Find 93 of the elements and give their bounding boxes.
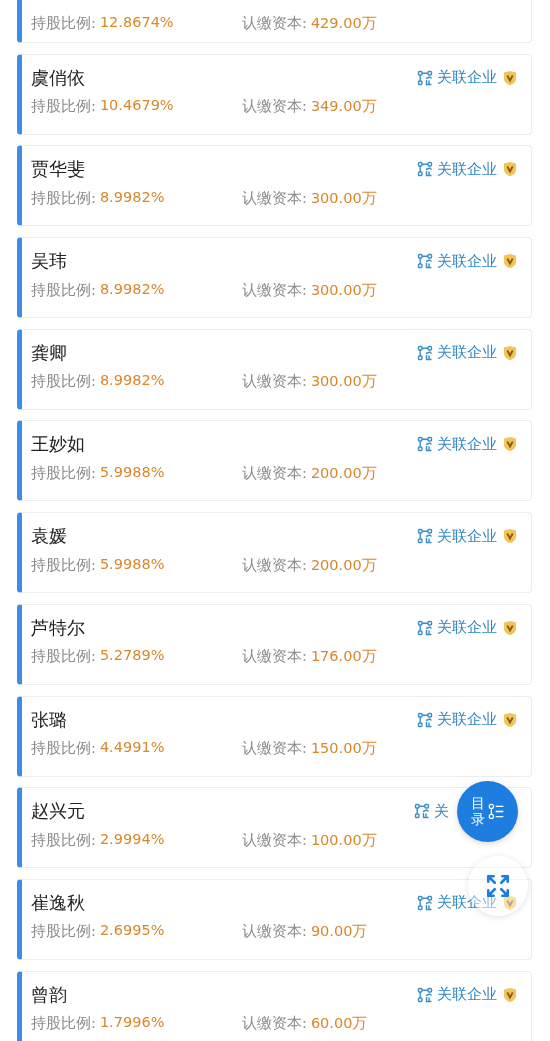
capital-value: 200.00万: [310, 555, 377, 575]
capital-label: 认缴资本:: [242, 188, 307, 208]
shareholder-name: 张璐: [31, 707, 68, 732]
network-icon: [417, 344, 433, 361]
capital-value: 60.00万: [310, 1014, 368, 1034]
capital-label: 认缴资本:: [242, 739, 307, 758]
capital-value: 429.00万: [310, 13, 377, 33]
capital-value: 90.00万: [310, 922, 368, 942]
network-icon: [414, 803, 430, 820]
capital-value: 176.00万: [310, 647, 377, 667]
ratio-value: 8.9982%: [99, 280, 165, 299]
ratio-value: 10.4679%: [99, 97, 174, 116]
ratio-label: 持股比例:: [31, 13, 96, 33]
ratio-label: 持股比例:: [31, 830, 96, 850]
toc-button[interactable]: 目录: [457, 781, 518, 842]
capital-label: 认缴资本:: [242, 647, 307, 667]
ratio-label: 持股比例:: [31, 372, 96, 392]
ratio-label: 持股比例:: [31, 739, 96, 758]
shareholder-name: 贾华斐: [31, 157, 86, 182]
ratio-value: 5.2789%: [99, 647, 165, 666]
ratio-label: 持股比例:: [31, 1014, 96, 1034]
capital-value: 349.00万: [310, 97, 377, 117]
shareholder-name: 袁媛: [31, 524, 68, 549]
vip-shield-icon: [503, 619, 517, 636]
ratio-label: 持股比例:: [31, 97, 96, 117]
vip-shield-icon: [503, 528, 517, 545]
related-companies-link[interactable]: 关联企业: [417, 434, 497, 454]
capital-value: 150.00万: [310, 739, 377, 758]
capital-label: 认缴资本:: [242, 13, 307, 33]
ratio-value: 1.7996%: [99, 1014, 165, 1033]
related-companies-link[interactable]: 关联企业: [417, 159, 497, 179]
capital-label: 认缴资本:: [242, 372, 307, 392]
capital-label: 认缴资本:: [242, 555, 307, 575]
shareholder-name: 芦特尔: [31, 615, 86, 640]
ratio-label: 持股比例:: [31, 188, 96, 208]
vip-shield-icon: [503, 436, 517, 453]
network-icon: [417, 528, 433, 545]
expand-button[interactable]: [468, 856, 528, 916]
ratio-label: 持股比例:: [31, 463, 96, 483]
capital-label: 认缴资本:: [242, 463, 307, 483]
ratio-value: 5.9988%: [99, 555, 165, 574]
vip-shield-icon: [503, 894, 517, 911]
related-companies-link[interactable]: 关: [414, 801, 449, 821]
related-companies-link[interactable]: 关联企业: [417, 343, 497, 363]
shareholder-name: 崔逸秋: [31, 890, 86, 915]
vip-shield-icon: [503, 161, 517, 178]
vip-shield-icon: [503, 986, 517, 1003]
related-companies-link[interactable]: 关联企业: [417, 985, 497, 1005]
ratio-value: 12.8674%: [99, 13, 174, 32]
related-companies-link[interactable]: 关联企业: [417, 618, 497, 638]
ratio-value: 2.9994%: [99, 830, 165, 849]
vip-shield-icon: [503, 344, 517, 361]
capital-label: 认缴资本:: [242, 1014, 307, 1034]
network-icon: [417, 894, 433, 911]
capital-value: 200.00万: [310, 463, 377, 483]
network-icon: [417, 253, 433, 270]
related-companies-link[interactable]: 关联企业: [417, 68, 497, 88]
related-companies-link[interactable]: 关联企业: [417, 251, 497, 271]
capital-value: 300.00万: [310, 372, 377, 392]
ratio-label: 持股比例:: [31, 647, 96, 667]
capital-value: 100.00万: [310, 830, 377, 850]
ratio-value: 4.4991%: [99, 739, 165, 757]
ratio-value: 2.6995%: [99, 922, 165, 941]
related-companies-link[interactable]: 关联企业: [417, 526, 497, 546]
ratio-label: 持股比例:: [31, 555, 96, 575]
shareholder-name: 曾韵: [31, 982, 68, 1007]
network-icon: [417, 711, 433, 728]
shareholder-name: 王妙如: [31, 432, 86, 457]
ratio-value: 8.9982%: [99, 372, 165, 391]
capital-label: 认缴资本:: [242, 97, 307, 117]
ratio-value: 8.9982%: [99, 188, 165, 207]
ratio-label: 持股比例:: [31, 922, 96, 942]
capital-label: 认缴资本:: [242, 922, 307, 942]
capital-value: 300.00万: [310, 280, 377, 300]
network-icon: [417, 161, 433, 178]
shareholder-name: 吴玮: [31, 249, 68, 274]
network-icon: [417, 986, 433, 1003]
shareholder-name: 赵兴元: [31, 799, 86, 824]
network-icon: [417, 69, 433, 86]
list-icon: [487, 802, 505, 821]
network-icon: [417, 436, 433, 453]
network-icon: [417, 619, 433, 636]
ratio-value: 5.9988%: [99, 463, 165, 482]
capital-label: 认缴资本:: [242, 280, 307, 300]
related-companies-link[interactable]: 关联企业: [417, 710, 497, 729]
vip-shield-icon: [503, 711, 517, 728]
capital-value: 300.00万: [310, 188, 377, 208]
shareholder-name: 龚卿: [31, 340, 68, 365]
vip-shield-icon: [503, 253, 517, 270]
capital-label: 认缴资本:: [242, 830, 307, 850]
shareholder-name: 虞俏依: [31, 65, 86, 90]
ratio-label: 持股比例:: [31, 280, 96, 300]
vip-shield-icon: [503, 69, 517, 86]
